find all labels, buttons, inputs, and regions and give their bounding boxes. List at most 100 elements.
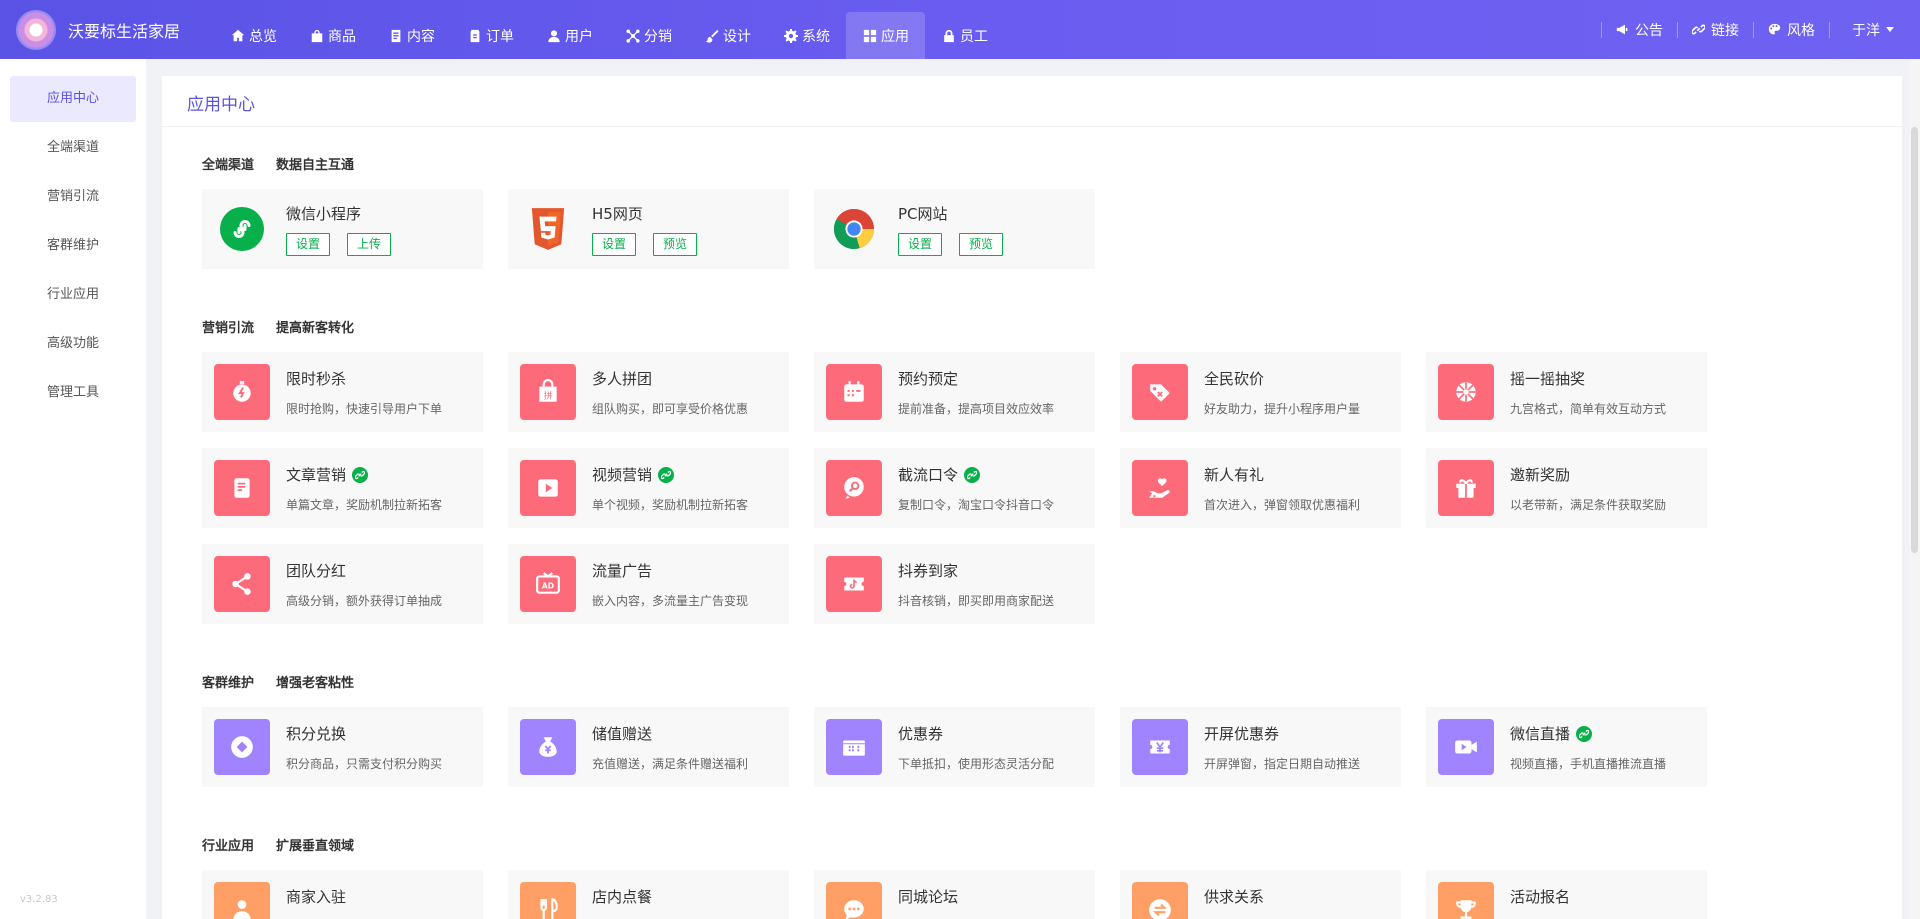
stopwatch-icon (214, 364, 270, 420)
user-name: 于洋 (1852, 22, 1880, 39)
video-icon (520, 460, 576, 516)
gift-icon (1438, 460, 1494, 516)
app-description: 首次进入，弹窗领取优惠福利 (1204, 498, 1361, 512)
link-button[interactable]: 链接 (1678, 20, 1753, 40)
nav-item-distribution[interactable]: 分销 (609, 12, 688, 59)
nav-item-users[interactable]: 用户 (530, 12, 609, 59)
app-name-text: 截流口令 (898, 466, 959, 484)
app-card-supply-demand[interactable]: 供求关系 (1120, 870, 1401, 919)
nav-label: 总览 (249, 28, 277, 45)
nav-label: 应用 (881, 28, 909, 45)
tool-label: 链接 (1711, 22, 1739, 39)
app-description: 充值赠送，满足条件赠送福利 (592, 757, 749, 771)
settings-button[interactable]: 设置 (286, 233, 331, 256)
app-card-dine-in[interactable]: 店内点餐 (508, 870, 789, 919)
app-description: 视频直播，手机直播推流直播 (1510, 757, 1667, 771)
nav-item-apps[interactable]: 应用 (846, 12, 925, 59)
app-card-traffic-ads[interactable]: AD 流量广告 嵌入内容，多流量主广告变现 (508, 544, 789, 624)
sidebar-item-advanced[interactable]: 高级功能 (10, 321, 136, 367)
app-description: 复制口令，淘宝口令抖音口令 (898, 498, 1055, 512)
tiktok-ticket-icon (826, 556, 882, 612)
app-card-invite-reward[interactable]: 邀新奖励 以老带新，满足条件获取奖励 (1426, 448, 1707, 528)
brand-logo-icon (18, 12, 54, 48)
merchant-icon (214, 882, 270, 919)
brand-name: 沃要标生活家居 (68, 22, 181, 41)
app-description: 好友助力，提升小程序用户量 (1204, 402, 1361, 416)
app-card-points-exchange[interactable]: 积分兑换 积分商品，只需支付积分购买 (202, 707, 483, 787)
app-card-team-dividend[interactable]: 团队分红 高级分销，额外获得订单抽成 (202, 544, 483, 624)
app-card-douyin-coupon[interactable]: 抖券到家 抖音核销，即买即用商家配送 (814, 544, 1095, 624)
app-card-article-marketing[interactable]: 文章营销 单篇文章，奖励机制拉新拓客 (202, 448, 483, 528)
yuan-ticket-icon (1132, 719, 1188, 775)
app-name: 视频营销 (592, 464, 675, 485)
preview-button[interactable]: 预览 (959, 233, 1004, 256)
app-card-newcomer-gift[interactable]: 新人有礼 首次进入，弹窗领取优惠福利 (1120, 448, 1401, 528)
nav-item-content[interactable]: 内容 (372, 12, 451, 59)
app-card-traffic-code[interactable]: 截流口令 复制口令，淘宝口令抖音口令 (814, 448, 1095, 528)
section-title: 全端渠道 (202, 158, 255, 173)
app-card-reservation[interactable]: 预约预定 提前准备，提高项目效应效率 (814, 352, 1095, 432)
app-card-city-forum[interactable]: 同城论坛 (814, 870, 1095, 919)
group-buy-icon: 拼 (520, 364, 576, 420)
section-subtitle: 提高新客转化 (276, 321, 355, 336)
sidebar-item-tools[interactable]: 管理工具 (10, 370, 136, 416)
order-icon (467, 28, 482, 43)
nav-label: 用户 (565, 28, 593, 45)
calendar-icon (826, 364, 882, 420)
sidebar-item-app-center[interactable]: 应用中心 (10, 76, 136, 122)
nav-item-goods[interactable]: 商品 (293, 12, 372, 59)
app-name: 限时秒杀 (286, 370, 347, 388)
app-card-splash-coupon[interactable]: 开屏优惠券 开屏弹窗，指定日期自动推送 (1120, 707, 1401, 787)
section-subtitle: 扩展垂直领域 (276, 839, 355, 854)
app-card-lottery[interactable]: 摇一摇抽奖 九宫格式，简单有效互动方式 (1426, 352, 1707, 432)
live-video-icon (1438, 719, 1494, 775)
sidebar-item-marketing[interactable]: 营销引流 (10, 174, 136, 220)
app-name: H5网页 (592, 205, 643, 223)
announcement-button[interactable]: 公告 (1602, 20, 1677, 40)
nav-item-design[interactable]: 设计 (688, 12, 767, 59)
scrollbar-thumb[interactable] (1911, 127, 1918, 553)
trophy-icon (1438, 882, 1494, 919)
section-title-marketing: 营销引流 提高新客转化 (202, 317, 354, 336)
wechat-miniprogram-icon (214, 201, 270, 257)
nav-item-staff[interactable]: 员工 (925, 12, 1004, 59)
app-card-stored-value[interactable]: 储值赠送 充值赠送，满足条件赠送福利 (508, 707, 789, 787)
app-card-bargain[interactable]: 全民砍价 好友助力，提升小程序用户量 (1120, 352, 1401, 432)
settings-button[interactable]: 设置 (898, 233, 943, 256)
app-card-video-marketing[interactable]: 视频营销 单个视频，奖励机制拉新拓客 (508, 448, 789, 528)
page-scrollbar[interactable] (1909, 59, 1920, 919)
app-description: 抖音核销，即买即用商家配送 (898, 594, 1055, 608)
app-name: PC网站 (898, 205, 948, 223)
app-card-wechat-live[interactable]: 微信直播 视频直播，手机直播推流直播 (1426, 707, 1707, 787)
app-name-text: 微信直播 (1510, 725, 1571, 743)
app-card-pc-site[interactable]: PC网站 设置 预览 (814, 189, 1095, 269)
section-subtitle: 增强老客粘性 (276, 676, 355, 691)
style-button[interactable]: 风格 (1754, 20, 1829, 40)
section-title: 行业应用 (202, 839, 255, 854)
app-card-group-buy[interactable]: 拼 多人拼团 组队购买，即可享受价格优惠 (508, 352, 789, 432)
exchange-icon (1132, 882, 1188, 919)
app-card-h5[interactable]: H5网页 设置 预览 (508, 189, 789, 269)
lottery-wheel-icon (1438, 364, 1494, 420)
app-card-wechat-miniprogram[interactable]: 微信小程序 设置 上传 (202, 189, 483, 269)
sidebar-item-industry[interactable]: 行业应用 (10, 272, 136, 318)
brush-icon (704, 28, 719, 43)
nav-item-orders[interactable]: 订单 (451, 12, 530, 59)
app-card-event-signup[interactable]: 活动报名 (1426, 870, 1707, 919)
sidebar-item-customer-care[interactable]: 客群维护 (10, 223, 136, 269)
app-description: 嵌入内容，多流量主广告变现 (592, 594, 749, 608)
app-card-flash-sale[interactable]: 限时秒杀 限时抢购，快速引导用户下单 (202, 352, 483, 432)
nav-item-overview[interactable]: 总览 (214, 12, 293, 59)
nav-item-system[interactable]: 系统 (767, 12, 846, 59)
sidebar: 应用中心 全端渠道 营销引流 客群维护 行业应用 高级功能 管理工具 (0, 59, 146, 919)
upload-button[interactable]: 上传 (347, 233, 392, 256)
settings-button[interactable]: 设置 (592, 233, 637, 256)
user-menu[interactable]: 于洋 (1830, 20, 1894, 40)
app-card-coupon[interactable]: 优惠券 下单抵扣，使用形态灵活分配 (814, 707, 1095, 787)
section-subtitle: 数据自主互通 (276, 158, 355, 173)
nav-label: 内容 (407, 28, 435, 45)
preview-button[interactable]: 预览 (653, 233, 698, 256)
app-card-merchant-join[interactable]: 商家入驻 (202, 870, 483, 919)
brand[interactable]: 沃要标生活家居 (18, 12, 180, 48)
sidebar-item-all-channels[interactable]: 全端渠道 (10, 125, 136, 171)
